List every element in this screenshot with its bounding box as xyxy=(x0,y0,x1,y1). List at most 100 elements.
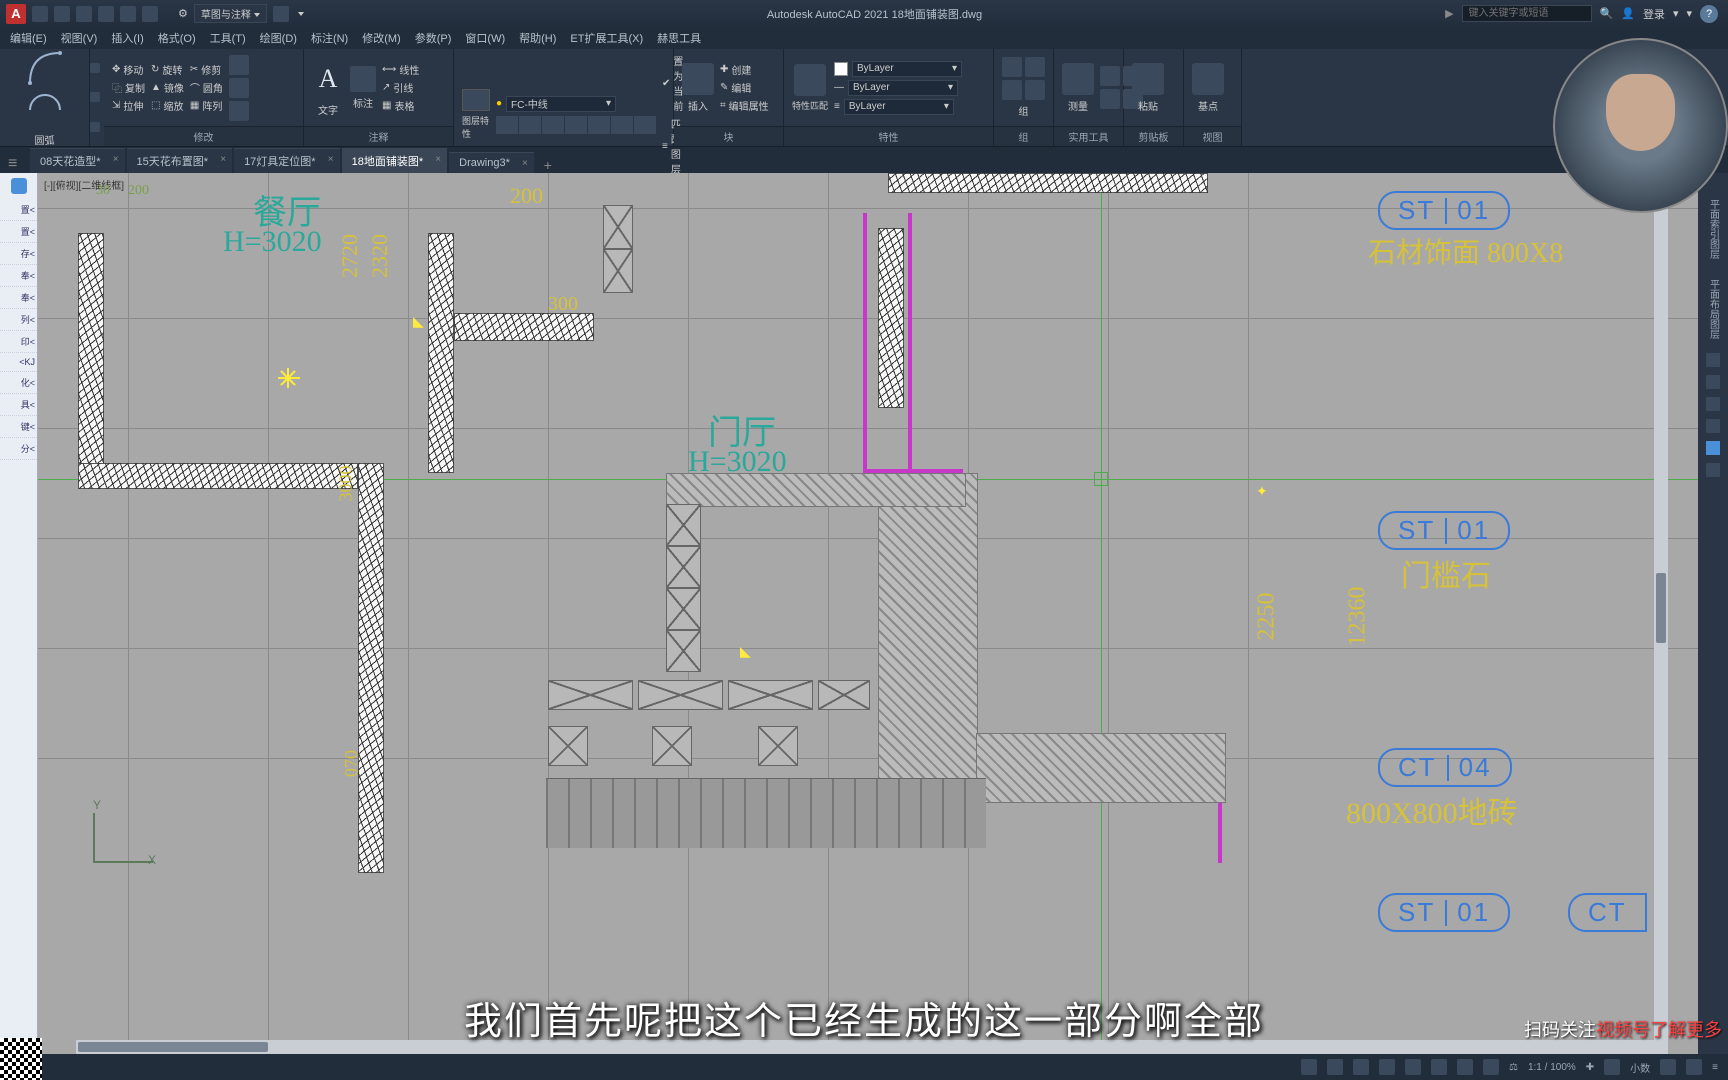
qat-plot-icon[interactable] xyxy=(142,6,158,22)
menu-dim[interactable]: 标注(N) xyxy=(311,30,348,46)
sb-grid-icon[interactable] xyxy=(1327,1059,1343,1075)
social-icon[interactable]: ▾ xyxy=(1686,7,1692,20)
menu-edit[interactable]: 编辑(E) xyxy=(10,30,47,46)
login-link[interactable]: 登录 xyxy=(1643,6,1665,22)
layer-select[interactable]: FC-中线▾ xyxy=(506,96,616,112)
qat-undo-icon[interactable] xyxy=(98,6,114,22)
rail-icon[interactable] xyxy=(1706,353,1720,367)
lineweight-select[interactable]: ByLayer▾ xyxy=(848,80,958,96)
tab-18[interactable]: 18地面铺装图*× xyxy=(342,148,448,173)
rail-icon[interactable] xyxy=(1706,375,1720,389)
add-tab-button[interactable]: + xyxy=(536,157,560,173)
fillet-button[interactable]: ⌒ 圆角 xyxy=(190,80,223,95)
insert-block-icon[interactable] xyxy=(682,63,714,95)
sb-clean-icon[interactable] xyxy=(1660,1059,1676,1075)
workspace-selector[interactable]: 草图与注释 xyxy=(194,4,267,23)
rail-icon[interactable] xyxy=(1706,463,1720,477)
login-icon[interactable]: 👤 xyxy=(1621,7,1635,20)
layer-tools[interactable] xyxy=(496,116,656,134)
rail-icon[interactable] xyxy=(1706,397,1720,411)
rail-icon[interactable] xyxy=(1706,419,1720,433)
arc-tool-icon[interactable] xyxy=(25,90,65,130)
rotate-button[interactable]: ↻ 旋转 xyxy=(151,62,184,77)
panel-item[interactable]: 印< xyxy=(0,331,37,353)
sb-lwt-icon[interactable] xyxy=(1483,1059,1499,1075)
tab-17[interactable]: 17灯具定位图*× xyxy=(234,148,340,173)
color-select[interactable]: ByLayer▾ xyxy=(852,61,962,77)
qat-open-icon[interactable] xyxy=(54,6,70,22)
draw-sub-icon[interactable] xyxy=(90,63,100,73)
qat-new-icon[interactable] xyxy=(32,6,48,22)
color-swatch[interactable] xyxy=(834,62,848,76)
rail-icon[interactable] xyxy=(1706,441,1720,455)
line-tool-icon[interactable] xyxy=(25,48,65,88)
sb-custom-icon[interactable] xyxy=(1686,1059,1702,1075)
tabs-menu-icon[interactable]: ≡ xyxy=(8,155,17,173)
menu-draw[interactable]: 绘图(D) xyxy=(260,30,297,46)
panel-item[interactable]: 奉< xyxy=(0,287,37,309)
paste-icon[interactable] xyxy=(1132,63,1164,95)
tab-drawing3[interactable]: Drawing3*× xyxy=(449,152,534,173)
menu-tools[interactable]: 工具(T) xyxy=(210,30,246,46)
create-block-button[interactable]: ✚ 创建 xyxy=(720,62,769,77)
stretch-button[interactable]: ⇲ 拉伸 xyxy=(112,98,145,113)
edit-attr-button[interactable]: ⌗ 编辑属性 xyxy=(720,98,769,113)
canvas[interactable]: [-][俯视][二维线框] xyxy=(38,173,1698,1054)
leader-button[interactable]: ↗ 引线 xyxy=(382,80,419,95)
mirror-button[interactable]: ▲ 镜像 xyxy=(151,80,184,95)
panel-item[interactable]: 化< xyxy=(0,372,37,394)
scale-button[interactable]: ⬚ 缩放 xyxy=(151,98,184,113)
close-icon[interactable]: × xyxy=(328,154,334,165)
sb-osnap-icon[interactable] xyxy=(1431,1059,1447,1075)
menu-hesi[interactable]: 赫思工具 xyxy=(657,30,701,46)
panel-item[interactable]: 置< xyxy=(0,221,37,243)
move-button[interactable]: ✥ 移动 xyxy=(112,62,145,77)
modify-extra-icon[interactable] xyxy=(229,101,249,121)
modify-extra-icon[interactable] xyxy=(229,78,249,98)
panel-item[interactable]: 分< xyxy=(0,438,37,460)
panel-item[interactable]: 存< xyxy=(0,243,37,265)
close-icon[interactable]: × xyxy=(522,158,528,169)
modify-extra-icon[interactable] xyxy=(229,55,249,75)
copy-button[interactable]: ⿻ 复制 xyxy=(112,80,145,95)
group-tools[interactable] xyxy=(1002,57,1045,100)
sb-ortho-icon[interactable] xyxy=(1379,1059,1395,1075)
rail-tab[interactable]: 平面布局图层 xyxy=(1704,273,1723,345)
panel-item[interactable]: 奉< xyxy=(0,265,37,287)
menu-param[interactable]: 参数(P) xyxy=(415,30,452,46)
menu-window[interactable]: 窗口(W) xyxy=(465,30,505,46)
panel-item[interactable]: 键< xyxy=(0,416,37,438)
close-icon[interactable]: × xyxy=(220,154,226,165)
rail-tab[interactable]: 平面索引图层 xyxy=(1704,193,1723,265)
linetype-select[interactable]: ByLayer▾ xyxy=(844,99,954,115)
menu-help[interactable]: 帮助(H) xyxy=(519,30,556,46)
sb-otrack-icon[interactable] xyxy=(1457,1059,1473,1075)
sb-model-icon[interactable] xyxy=(1301,1059,1317,1075)
sb-scale[interactable]: 1:1 / 100% xyxy=(1528,1062,1576,1073)
close-icon[interactable]: × xyxy=(113,154,119,165)
panel-item[interactable]: 具< xyxy=(0,394,37,416)
panel-item[interactable]: 列< xyxy=(0,309,37,331)
measure-icon[interactable] xyxy=(1062,63,1094,95)
dim-tool-icon[interactable] xyxy=(350,66,376,92)
linear-button[interactable]: ⟷ 线性 xyxy=(382,62,419,77)
menu-view[interactable]: 视图(V) xyxy=(61,30,98,46)
panel-item[interactable]: 置< xyxy=(0,199,37,221)
qat-redo-icon[interactable] xyxy=(120,6,136,22)
tab-15[interactable]: 15天花布置图*× xyxy=(127,148,233,173)
sb-polar-icon[interactable] xyxy=(1405,1059,1421,1075)
array-button[interactable]: ▦ 阵列 xyxy=(190,98,223,113)
close-icon[interactable]: × xyxy=(435,154,441,165)
base-icon[interactable] xyxy=(1192,63,1224,95)
search-input[interactable] xyxy=(1462,5,1592,22)
cart-icon[interactable]: ▾ xyxy=(1673,7,1679,20)
tab-08[interactable]: 08天花造型*× xyxy=(30,148,125,173)
help-icon[interactable]: ? xyxy=(1700,5,1718,23)
sb-units[interactable]: 小数 xyxy=(1630,1060,1650,1075)
qat-save-icon[interactable] xyxy=(76,6,92,22)
match-props-icon[interactable] xyxy=(794,64,826,96)
qat-share-icon[interactable] xyxy=(273,6,289,22)
layer-props-icon[interactable] xyxy=(462,89,490,111)
panel-search-icon[interactable] xyxy=(11,178,27,194)
draw-sub-icon[interactable] xyxy=(90,122,100,132)
